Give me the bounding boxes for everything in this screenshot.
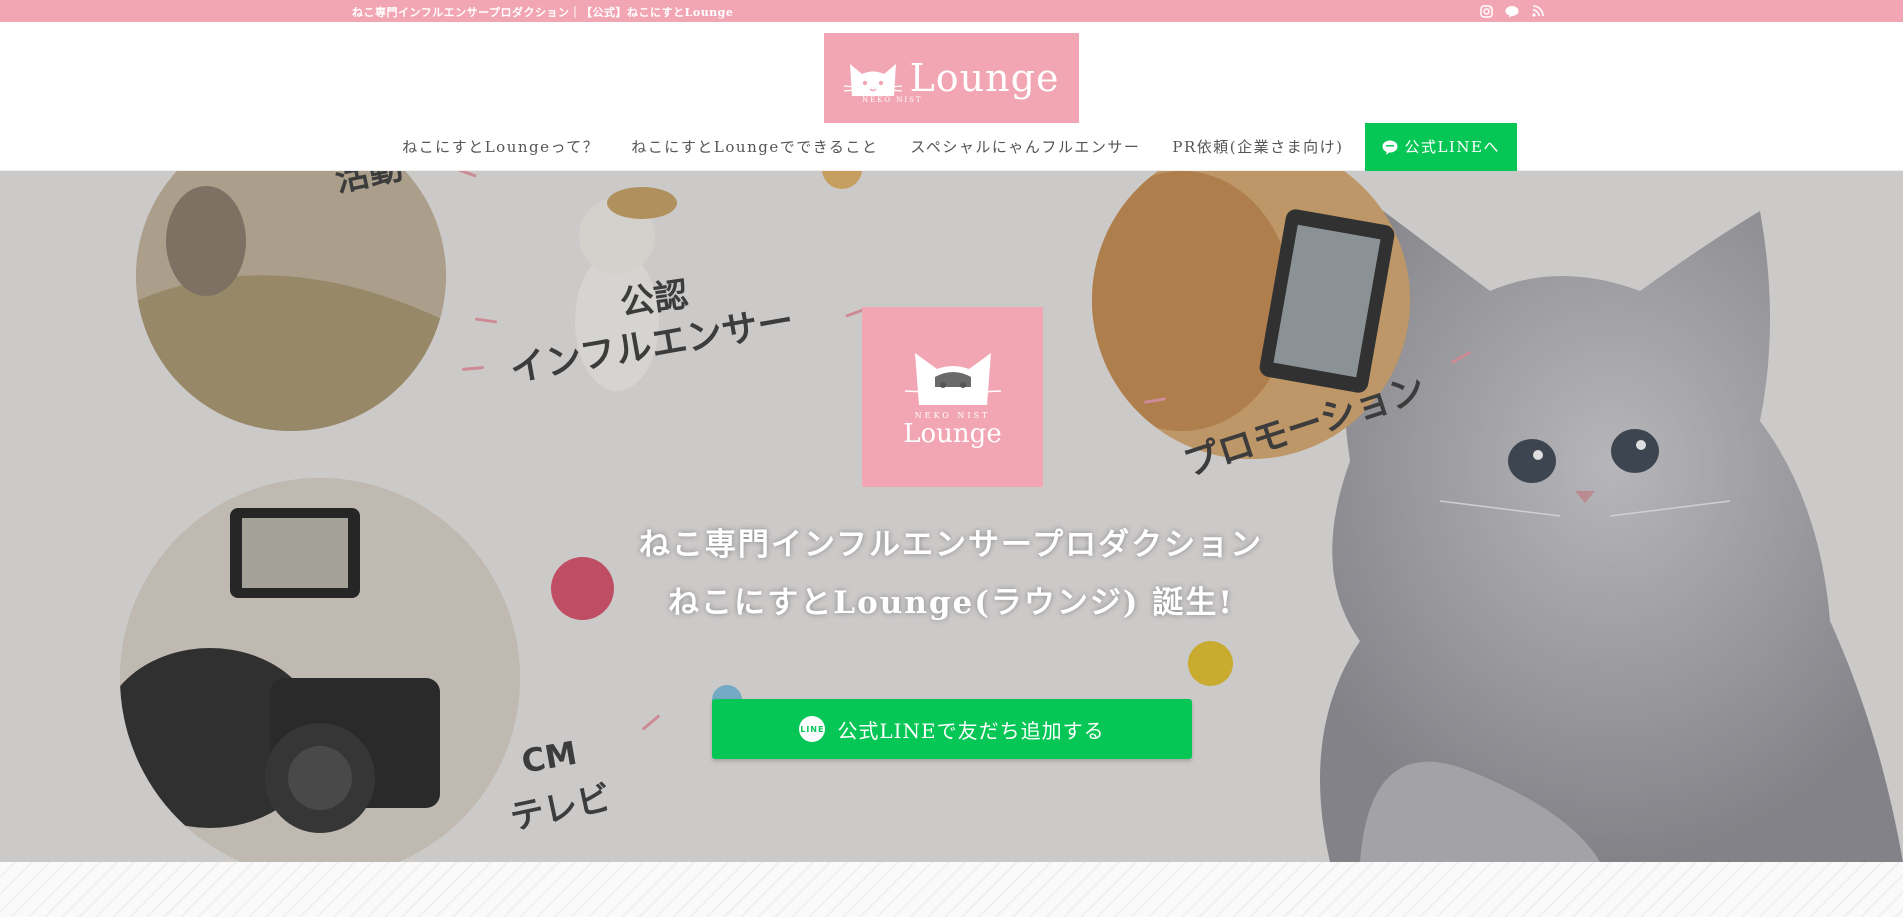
hero-logo: NEKO NIST Lounge xyxy=(862,307,1043,487)
site-header: Lounge NEKO NIST ねこにすとLoungeって？ ねこにすとLou… xyxy=(0,22,1903,171)
hero-headline-line2: ねこにすとLounge(ラウンジ) 誕生! xyxy=(668,585,1234,621)
hero-headline-line1: ねこ専門インフルエンサープロダクション xyxy=(638,527,1264,563)
social-icons xyxy=(1478,3,1546,19)
add-line-friend-button[interactable]: LINE 公式LINEで友だち追加する xyxy=(712,699,1192,759)
line-logo-icon: LINE xyxy=(799,716,826,742)
cat-face-icon xyxy=(904,352,1001,405)
logo-wordmark: Lounge xyxy=(909,56,1060,100)
cat-face-icon xyxy=(843,64,902,96)
site-tagline: ねこ専門インフルエンサープロダクション｜【公式】ねこにすとLounge xyxy=(352,6,734,19)
rss-icon[interactable] xyxy=(1530,3,1546,19)
hero-section: 活動 公認 インフルエンサー プロモーション CM テレビ NEKO NIST … xyxy=(0,171,1903,862)
cta-label: 公式LINEで友だち追加する xyxy=(837,718,1105,743)
hero-logo-wordmark: Lounge xyxy=(903,418,1002,449)
striped-section-background xyxy=(0,862,1903,917)
nav-line-button[interactable]: 公式LINEへ xyxy=(1365,123,1517,171)
instagram-icon[interactable] xyxy=(1478,3,1494,19)
main-nav: ねこにすとLoungeって？ ねこにすとLoungeでできること スペシャルにゃ… xyxy=(0,123,1903,171)
nav-item-services[interactable]: ねこにすとLoungeでできること xyxy=(615,123,894,171)
nav-item-pr-request[interactable]: PR依頼(企業さま向け) xyxy=(1156,123,1359,171)
top-bar: ねこ専門インフルエンサープロダクション｜【公式】ねこにすとLounge xyxy=(0,0,1903,22)
nav-item-about[interactable]: ねこにすとLoungeって？ xyxy=(386,123,615,171)
nav-item-special-cats[interactable]: スペシャルにゃんフルエンサー xyxy=(894,123,1156,171)
logo-subtext: NEKO NIST xyxy=(862,96,923,104)
line-icon[interactable] xyxy=(1504,3,1520,19)
site-logo[interactable]: Lounge NEKO NIST xyxy=(824,33,1079,123)
nav-line-label: 公式LINEへ xyxy=(1404,138,1500,156)
line-chat-icon xyxy=(1382,140,1398,155)
